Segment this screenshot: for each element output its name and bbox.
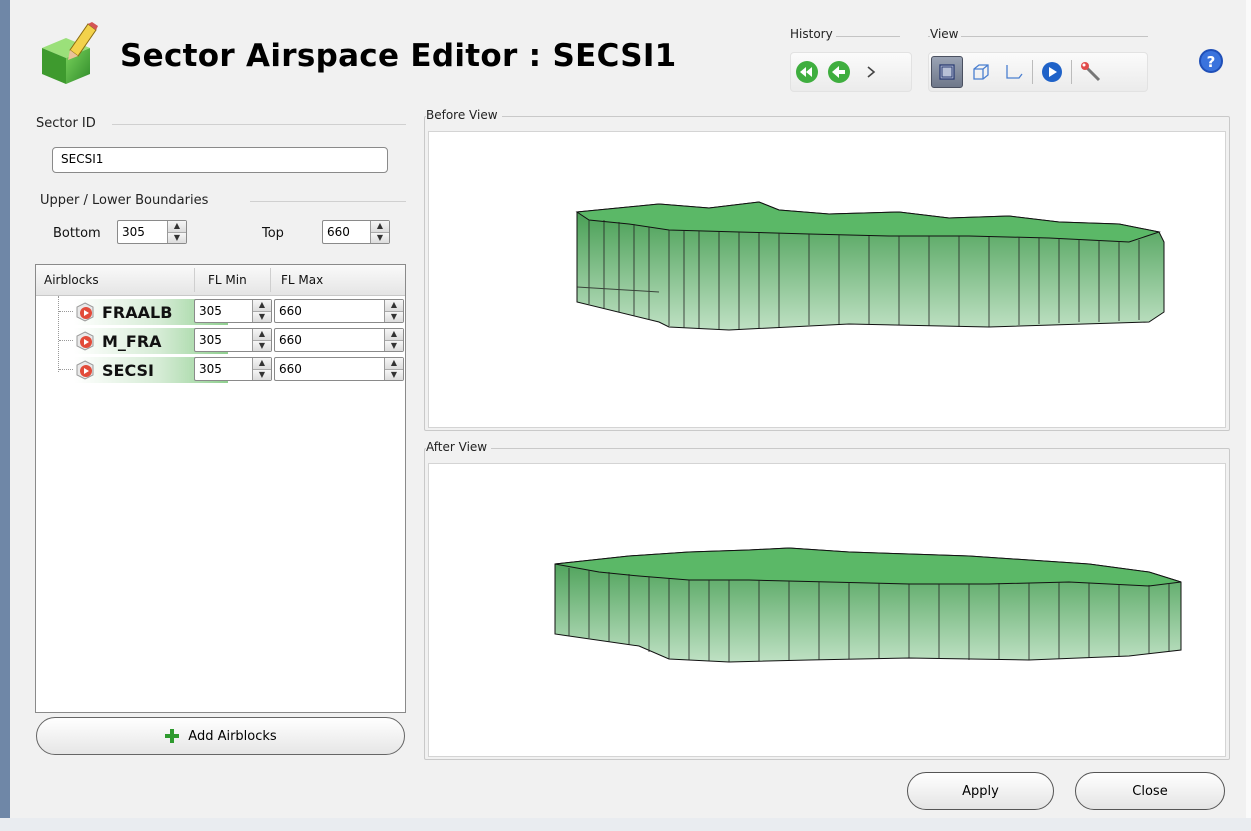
taskbar-strip [0, 818, 1251, 831]
history-toolbar [790, 52, 912, 92]
table-header: Airblocks FL Min FL Max [36, 265, 405, 296]
spin-up-icon[interactable]: ▲ [371, 221, 389, 232]
spin-up-icon[interactable]: ▲ [253, 358, 271, 369]
column-divider [194, 268, 195, 292]
spin-up-icon[interactable]: ▲ [253, 329, 271, 340]
window-edge [1246, 0, 1251, 831]
toolbar-separator [1071, 60, 1072, 84]
fl-min-spinbox[interactable]: 305 ▲ ▼ [194, 328, 272, 352]
fl-max-value: 660 [279, 304, 302, 318]
add-airblocks-label: Add Airblocks [188, 728, 277, 744]
column-divider [270, 268, 271, 292]
boundaries-line [250, 201, 406, 202]
spin-up-icon[interactable]: ▲ [253, 300, 271, 311]
spin-down-icon[interactable]: ▼ [371, 231, 389, 243]
boundaries-label: Upper / Lower Boundaries [40, 193, 213, 208]
airblock-icon [76, 360, 94, 380]
spin-down-icon[interactable]: ▼ [253, 339, 271, 351]
fl-min-spinbox[interactable]: 305 ▲ ▼ [194, 299, 272, 323]
fl-max-spinbox[interactable]: 660 ▲ ▼ [274, 357, 404, 381]
top-spinbox[interactable]: 660 ▲ ▼ [322, 220, 390, 244]
tree-branch [59, 311, 73, 312]
top-value: 660 [327, 225, 350, 239]
spin-down-icon[interactable]: ▼ [253, 368, 271, 380]
airblock-name: SECSI [102, 360, 154, 380]
spin-up-icon[interactable]: ▲ [385, 300, 403, 311]
close-button[interactable]: Close [1075, 772, 1225, 810]
spin-up-icon[interactable]: ▲ [168, 221, 186, 232]
toolbar-separator [1032, 60, 1033, 84]
top-label: Top [262, 226, 284, 241]
view-toolbar [928, 52, 1148, 92]
before-view-label: Before View [426, 108, 502, 122]
airblock-icon [76, 331, 94, 351]
box-flat-icon[interactable] [931, 56, 963, 88]
forward-chevron-icon[interactable] [857, 58, 885, 86]
sector-id-input[interactable]: SECSI1 [52, 147, 388, 173]
spin-down-icon[interactable]: ▼ [385, 368, 403, 380]
col-airblocks[interactable]: Airblocks [44, 273, 99, 287]
fl-min-value: 305 [199, 304, 222, 318]
plus-icon [165, 729, 180, 743]
rewind-icon[interactable] [793, 58, 821, 86]
table-row[interactable]: M_FRA 305 ▲ ▼ 660 ▲ ▼ [36, 326, 405, 354]
help-icon[interactable]: ? [1198, 48, 1224, 74]
after-view-label: After View [426, 440, 492, 454]
add-airblocks-button[interactable]: Add Airblocks [36, 717, 405, 755]
sector-id-label: Sector ID [36, 116, 100, 131]
before-sector-shape [575, 201, 1165, 331]
col-fl-min[interactable]: FL Min [208, 273, 247, 287]
history-label: History [790, 27, 836, 41]
play-icon[interactable] [1038, 58, 1066, 86]
spin-up-icon[interactable]: ▲ [385, 358, 403, 369]
box-3d-icon[interactable] [967, 58, 995, 86]
airblock-name: FRAALB [102, 302, 173, 322]
fl-min-value: 305 [199, 333, 222, 347]
airblock-name: M_FRA [102, 331, 162, 351]
fl-max-value: 660 [279, 333, 302, 347]
sector-id-line [112, 124, 406, 125]
spin-down-icon[interactable]: ▼ [385, 310, 403, 322]
table-row[interactable]: FRAALB 305 ▲ ▼ 660 ▲ ▼ [36, 297, 405, 325]
airblock-icon [76, 302, 94, 322]
profile-icon[interactable] [999, 58, 1027, 86]
spin-down-icon[interactable]: ▼ [253, 310, 271, 322]
col-fl-max[interactable]: FL Max [281, 273, 323, 287]
before-view-frame [424, 116, 1230, 431]
fl-max-value: 660 [279, 362, 302, 376]
table-row[interactable]: SECSI 305 ▲ ▼ 660 ▲ ▼ [36, 355, 405, 383]
spin-down-icon[interactable]: ▼ [385, 339, 403, 351]
bottom-value: 305 [122, 225, 145, 239]
spin-down-icon[interactable]: ▼ [168, 231, 186, 243]
tree-branch [59, 340, 73, 341]
airblocks-table: Airblocks FL Min FL Max FRAALB 305 ▲ ▼ 66… [35, 264, 406, 713]
fl-min-spinbox[interactable]: 305 ▲ ▼ [194, 357, 272, 381]
bottom-label: Bottom [53, 226, 101, 241]
view-label: View [930, 27, 962, 41]
after-view-canvas[interactable] [428, 463, 1226, 757]
after-view-frame [424, 448, 1230, 760]
fl-max-spinbox[interactable]: 660 ▲ ▼ [274, 328, 404, 352]
tree-branch [59, 369, 73, 370]
bottom-spinbox[interactable]: 305 ▲ ▼ [117, 220, 187, 244]
fl-min-value: 305 [199, 362, 222, 376]
page-title: Sector Airspace Editor : SECSI1 [120, 38, 677, 74]
pencil-cube-icon [42, 22, 98, 84]
back-arrow-icon[interactable] [825, 58, 853, 86]
wand-icon[interactable] [1077, 58, 1105, 86]
apply-button[interactable]: Apply [907, 772, 1054, 810]
spin-up-icon[interactable]: ▲ [385, 329, 403, 340]
before-view-canvas[interactable] [428, 131, 1226, 428]
svg-text:?: ? [1207, 53, 1216, 71]
fl-max-spinbox[interactable]: 660 ▲ ▼ [274, 299, 404, 323]
after-sector-shape [554, 547, 1182, 663]
